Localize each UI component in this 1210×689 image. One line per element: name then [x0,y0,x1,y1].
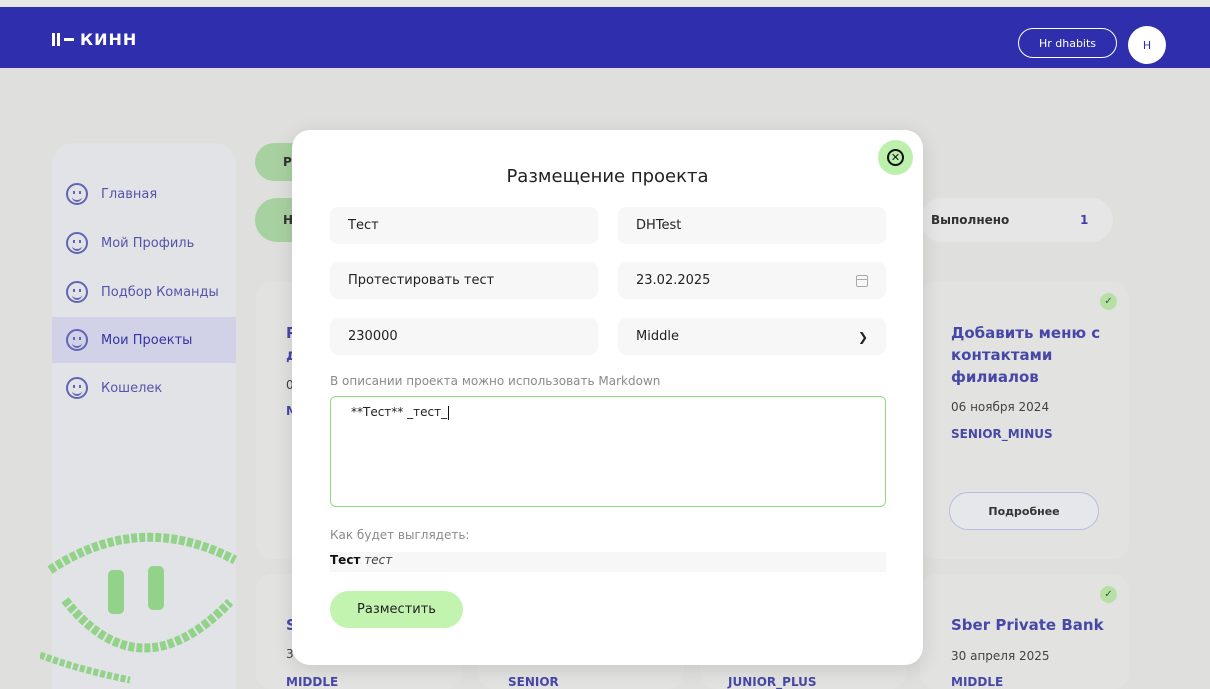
preview-italic: тест [364,553,393,567]
avatar[interactable]: H [1128,26,1166,64]
calendar-icon[interactable] [856,274,868,287]
brand-name: КИНН [80,30,138,49]
text-caret [448,405,450,420]
textarea-value: **Тест** _тест_ [351,405,448,419]
description-textarea[interactable]: **Тест** _тест_ [330,396,886,507]
company-field[interactable]: DHTest [618,207,886,244]
brand-logo[interactable]: КИНН [52,30,137,49]
field-value: Протестировать тест [348,273,495,288]
logo-mark-icon [52,33,74,46]
preview-label: Как будет выглядеть: [330,528,470,542]
field-value: 230000 [348,329,398,344]
date-field[interactable]: 23.02.2025 [618,262,886,299]
close-icon: ✕ [887,149,904,166]
user-menu-button[interactable]: Hr dhabits [1018,28,1117,58]
budget-field[interactable]: 230000 [330,318,598,355]
create-project-modal: ✕ Размещение проекта Тест DHTest Протест… [292,130,923,665]
markdown-hint: В описании проекта можно использовать Ma… [330,374,661,388]
task-field[interactable]: Протестировать тест [330,262,598,299]
modal-title: Размещение проекта [506,166,709,187]
markdown-preview: Тест тест [330,552,886,572]
preview-bold: Тест [330,553,361,567]
level-select[interactable]: Middle ❯ [618,318,886,355]
project-name-field[interactable]: Тест [330,207,598,244]
field-value: DHTest [636,218,682,233]
select-value: Middle [636,329,679,344]
field-value: 23.02.2025 [636,273,711,288]
top-header: КИНН Hr dhabits H [0,7,1210,68]
field-value: Тест [348,218,379,233]
chevron-down-icon: ❯ [857,329,868,344]
publish-button[interactable]: Разместить [330,591,463,628]
